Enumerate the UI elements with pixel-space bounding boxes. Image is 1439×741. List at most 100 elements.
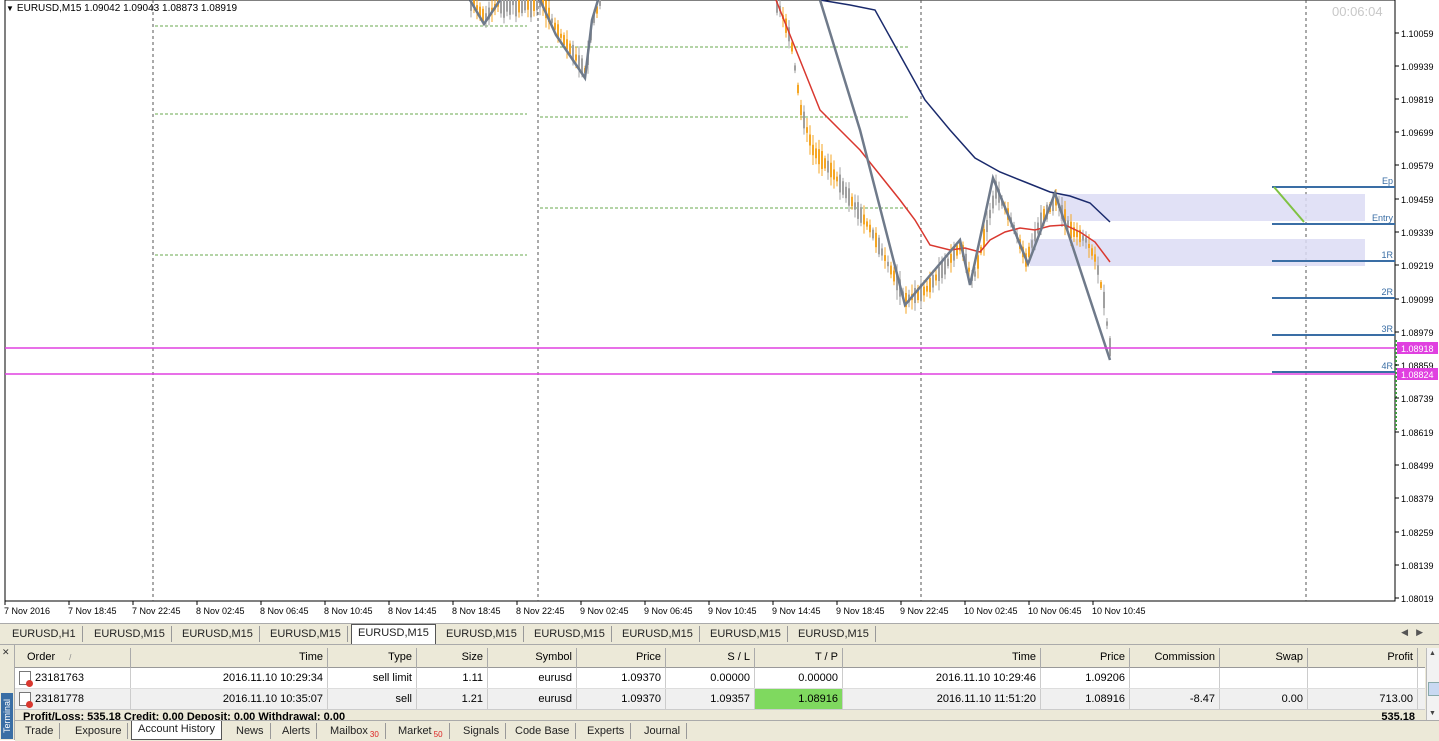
tab-mailbox-label: Mailbox — [330, 725, 368, 737]
time-tick-label: 10 Nov 06:45 — [1028, 606, 1082, 616]
table-row[interactable]: 23181778 2016.11.10 10:35:07 sell 1.21 e… — [15, 689, 1425, 710]
chart-tab-10[interactable]: EURUSD,M15 — [792, 626, 876, 642]
col-commission[interactable]: Commission — [1130, 648, 1220, 668]
time-tick-label: 9 Nov 14:45 — [772, 606, 821, 616]
level-label: Entry — [1372, 213, 1394, 223]
time-tick-label: 8 Nov 02:45 — [196, 606, 245, 616]
candle-body — [977, 255, 979, 269]
stop-loss: 1.09357 — [666, 689, 755, 709]
tab-account-history[interactable]: Account History — [131, 721, 223, 740]
scroll-thumb[interactable] — [1428, 682, 1439, 696]
col-size[interactable]: Size — [417, 648, 488, 668]
candle-body — [797, 84, 799, 94]
candle-body — [860, 207, 862, 223]
time-tick-label: 9 Nov 18:45 — [836, 606, 885, 616]
col-close-price[interactable]: Price — [1041, 648, 1130, 668]
scroll-right-icon[interactable]: ▶ — [1416, 627, 1431, 637]
candle-body — [863, 214, 865, 225]
candle-body — [950, 253, 952, 263]
candle-body — [536, 0, 538, 11]
terminal-label: Terminal — [1, 693, 13, 739]
tab-signals[interactable]: Signals — [457, 723, 507, 739]
col-type[interactable]: Type — [328, 648, 417, 668]
table-row[interactable]: 23181763 2016.11.10 10:29:34 sell limit … — [15, 668, 1425, 689]
tab-news[interactable]: News — [230, 723, 271, 739]
candle-body — [881, 248, 883, 256]
tab-alerts[interactable]: Alerts — [276, 723, 318, 739]
col-sl[interactable]: S / L — [666, 648, 755, 668]
time-tick-label: 8 Nov 06:45 — [260, 606, 309, 616]
price-tick-label: 1.10059 — [1401, 29, 1434, 39]
chart-tab-7[interactable]: EURUSD,M15 — [528, 626, 612, 642]
chart-tab-6[interactable]: EURUSD,M15 — [440, 626, 524, 642]
chart-tab-9[interactable]: EURUSD,M15 — [704, 626, 788, 642]
candle-body — [506, 0, 508, 12]
tab-experts[interactable]: Experts — [581, 723, 632, 739]
close-icon[interactable]: ✕ — [2, 647, 10, 658]
col-profit[interactable]: Profit — [1308, 648, 1418, 668]
chart-tab-8[interactable]: EURUSD,M15 — [616, 626, 700, 642]
time-tick-label: 7 Nov 2016 — [4, 606, 50, 616]
col-swap[interactable]: Swap — [1220, 648, 1308, 668]
time-tick-label: 9 Nov 02:45 — [580, 606, 629, 616]
chart-tab-3[interactable]: EURUSD,M15 — [176, 626, 260, 642]
vertical-scrollbar[interactable]: ▲ ▼ — [1426, 648, 1439, 723]
profit — [1308, 668, 1418, 688]
col-tp[interactable]: T / P — [755, 648, 843, 668]
close-time: 2016.11.10 10:29:46 — [843, 668, 1041, 688]
scroll-up-icon[interactable]: ▲ — [1429, 650, 1436, 657]
candle-body — [599, 0, 601, 6]
scroll-down-icon[interactable]: ▼ — [1429, 710, 1436, 717]
terminal-panel: ✕ Terminal Order / Time Type Size Symbol … — [0, 645, 1439, 741]
level-label: 3R — [1381, 324, 1393, 334]
price-tick-label: 1.09219 — [1401, 261, 1434, 271]
tab-exposure[interactable]: Exposure — [69, 723, 129, 739]
commission: -8.47 — [1130, 689, 1220, 709]
open-price: 1.09370 — [577, 689, 666, 709]
scroll-left-icon[interactable]: ◀ — [1401, 627, 1416, 637]
price-tick-label: 1.08379 — [1401, 494, 1434, 504]
level-label: 1R — [1381, 250, 1393, 260]
chart-tab-2[interactable]: EURUSD,M15 — [88, 626, 172, 642]
chart-tab-1[interactable]: EURUSD,H1 — [6, 626, 83, 642]
stop-loss: 0.00000 — [666, 668, 755, 688]
col-time[interactable]: Time — [131, 648, 328, 668]
order-icon — [19, 671, 33, 688]
candle-body — [521, 0, 523, 14]
time-tick-label: 8 Nov 14:45 — [388, 606, 437, 616]
order-size: 1.11 — [417, 668, 488, 688]
candle-body — [857, 202, 859, 219]
tab-journal[interactable]: Journal — [638, 723, 688, 739]
take-profit: 0.00000 — [755, 668, 843, 688]
tab-market[interactable]: Market 50 — [392, 723, 450, 739]
order-cell: 23181763 — [15, 668, 131, 688]
candle-body — [884, 255, 886, 261]
tab-mailbox[interactable]: Mailbox 30 — [324, 723, 386, 739]
price-tag-label: 1.08918 — [1401, 344, 1434, 354]
price-chart[interactable]: Ep Entry 1R 2R 3R 4R 1.10059 1.09939 1.09819 1.09… — [0, 0, 1439, 622]
order-type: sell limit — [328, 668, 417, 688]
price-tick-label: 1.08139 — [1401, 561, 1434, 571]
candle-body — [878, 237, 880, 255]
col-symbol[interactable]: Symbol — [488, 648, 577, 668]
candle-body — [854, 202, 856, 210]
col-close-time[interactable]: Time — [843, 648, 1041, 668]
terminal-tabs: Trade Exposure Account History News Aler… — [15, 720, 1439, 741]
tab-code-base[interactable]: Code Base — [509, 723, 577, 739]
time-tick-label: 8 Nov 10:45 — [324, 606, 373, 616]
time-tick-label: 9 Nov 10:45 — [708, 606, 757, 616]
take-profit-hit: 1.08916 — [755, 689, 843, 709]
col-price[interactable]: Price — [577, 648, 666, 668]
chart-tab-4[interactable]: EURUSD,M15 — [264, 626, 348, 642]
candle-body — [845, 186, 847, 199]
col-order[interactable]: Order / — [15, 648, 131, 668]
price-tick-label: 1.09939 — [1401, 62, 1434, 72]
chart-canvas[interactable]: Ep Entry 1R 2R 3R 4R 1.10059 1.09939 1.09819 1.09… — [0, 0, 1439, 622]
candle-body — [932, 274, 934, 288]
tab-scroll-arrows[interactable]: ◀▶ — [1401, 627, 1431, 638]
tab-trade[interactable]: Trade — [19, 723, 61, 739]
swap: 0.00 — [1220, 689, 1308, 709]
price-tick-label: 1.09819 — [1401, 95, 1434, 105]
dropdown-triangle-icon[interactable]: ▼ — [6, 4, 14, 13]
chart-tab-5[interactable]: EURUSD,M15 — [351, 624, 436, 644]
